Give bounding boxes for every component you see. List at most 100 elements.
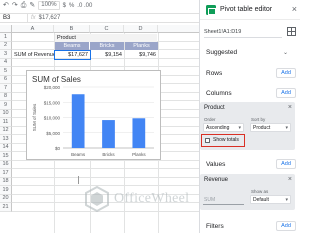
chart-svg: SUM of Sales $0 $5,000 $10,000 $15,000 $20,00… [32,75,154,157]
y-axis-label: SUM of Sales [32,103,37,131]
pivot-column-bricks[interactable]: Bricks [90,42,124,50]
caret-down-icon: ▾ [285,197,288,203]
row-header[interactable]: 2 [0,41,12,50]
watermark-text: OfficeWheel [114,191,190,206]
sum-of-sales-chart[interactable]: SUM of Sales $0 $5,000 $10,000 $15,000 $20,00… [26,70,161,160]
pivot-row-label[interactable]: SUM of Revenue [13,51,54,59]
y-tick-label: $10,000 [44,116,61,121]
rows-add-button[interactable]: Add [276,68,296,78]
grid-line [12,66,199,67]
order-label: Order [204,117,216,122]
columns-label: Columns [206,90,232,97]
show-as-select[interactable]: Default ▾ [250,195,291,204]
order-select[interactable]: Ascending ▾ [203,123,244,132]
summarize-by-select[interactable]: SUM [203,196,244,205]
show-as-value: Default [253,196,269,203]
row-header[interactable]: 10 [0,109,12,118]
formula-input[interactable]: $17,627 [39,15,61,21]
editor-title: Pivot table editor [220,6,273,13]
row-header[interactable]: 15 [0,152,12,161]
close-icon[interactable]: × [292,4,297,14]
x-tick-label: Planks [132,152,146,157]
zoom-select[interactable]: 100% [38,1,60,10]
filters-label: Filters [206,223,224,230]
row-header[interactable]: 8 [0,92,12,101]
order-value: Ascending [206,124,230,131]
suggested-label: Suggested [206,49,238,56]
name-box[interactable]: B3 [0,14,28,22]
pivot-column-beams[interactable]: Beams [55,42,89,50]
caret-down-icon: ▾ [285,125,288,131]
row-header[interactable]: 20 [0,194,12,203]
field-name: Revenue [204,177,229,183]
row-header[interactable]: 9 [0,101,12,110]
row-header[interactable]: 7 [0,84,12,93]
row-header[interactable]: 18 [0,177,12,186]
row-header[interactable]: 1 [0,33,12,42]
select-range-icon[interactable] [287,27,296,36]
y-tick-label: $15,000 [44,100,61,105]
row-header[interactable]: 5 [0,67,12,76]
row-header[interactable]: 4 [0,58,12,67]
row-header[interactable]: 19 [0,186,12,195]
values-add-button[interactable]: Add [276,159,296,169]
columns-add-button[interactable]: Add [276,88,296,98]
y-tick-label: $0 [55,146,61,151]
summarize-by-value: SUM [204,197,216,203]
percent-format-button[interactable]: % [69,3,74,9]
spreadsheet-pane: ↶ ↷ ⎙ ✎ 100% $ % .0 .00 B3 fx $17,627 A … [0,0,199,233]
row-header[interactable]: 6 [0,75,12,84]
values-label: Values [206,161,226,168]
column-header-e[interactable] [158,25,199,33]
grid-line [12,168,199,169]
y-tick-label: $5,000 [46,131,60,136]
row-header[interactable]: 13 [0,135,12,144]
row-header[interactable]: 12 [0,126,12,135]
x-tick-label: Beams [71,152,86,157]
remove-field-icon[interactable]: × [288,176,292,183]
filters-add-button[interactable]: Add [276,221,296,231]
print-icon[interactable]: ⎙ [21,2,27,9]
chart-title: SUM of Sales [32,75,81,84]
column-header-c[interactable]: C [90,25,124,33]
data-range-input[interactable]: Sheet1!A1:D19 [204,27,282,38]
bar-planks[interactable] [132,118,146,148]
row-header[interactable]: 17 [0,169,12,178]
currency-format-button[interactable]: $ [63,3,66,9]
officewheel-watermark: OfficeWheel [84,180,199,218]
paint-format-icon[interactable]: ✎ [29,2,35,9]
undo-icon[interactable]: ↶ [3,2,9,9]
fx-icon: fx [31,15,36,21]
columns-field-card-product: Product × Order Ascending ▾ Sort by Prod… [200,102,295,150]
row-header[interactable]: 3 [0,50,12,59]
grid-line [12,176,199,178]
pivot-header-cell[interactable]: Product [55,34,157,42]
toolbar: ↶ ↷ ⎙ ✎ 100% $ % .0 .00 [0,0,199,11]
show-as-label: Show as [251,189,269,194]
column-header-b[interactable]: B [54,25,90,33]
select-all-corner[interactable] [0,25,12,33]
x-tick-label: Bricks [102,152,115,157]
row-header[interactable]: 21 [0,203,12,212]
row-header[interactable]: 16 [0,160,12,169]
column-header-a[interactable]: A [12,25,54,33]
sort-by-label: Sort by [251,117,266,122]
redo-icon[interactable]: ↷ [12,2,18,9]
caret-down-icon: ▾ [238,125,241,131]
row-header[interactable]: 11 [0,118,12,127]
pivot-column-planks[interactable]: Planks [125,42,158,50]
sort-by-select[interactable]: Product ▾ [250,123,291,132]
y-tick-label: $20,000 [44,85,61,90]
pivot-value-bricks[interactable]: $9,154 [90,51,124,59]
sort-by-value: Product [253,124,271,131]
pivot-value-beams[interactable]: $17,627 [54,50,91,60]
bar-beams[interactable] [71,94,85,148]
decimal-format-buttons[interactable]: .0 .00 [77,3,92,9]
chevron-down-icon[interactable]: ⌄ [283,49,288,56]
remove-field-icon[interactable]: × [288,104,292,111]
formula-bar: B3 fx $17,627 [0,13,199,23]
row-header[interactable]: 14 [0,143,12,152]
bar-bricks[interactable] [102,120,115,148]
column-header-d[interactable]: D [124,25,158,33]
pivot-value-planks[interactable]: $9,746 [124,51,158,59]
